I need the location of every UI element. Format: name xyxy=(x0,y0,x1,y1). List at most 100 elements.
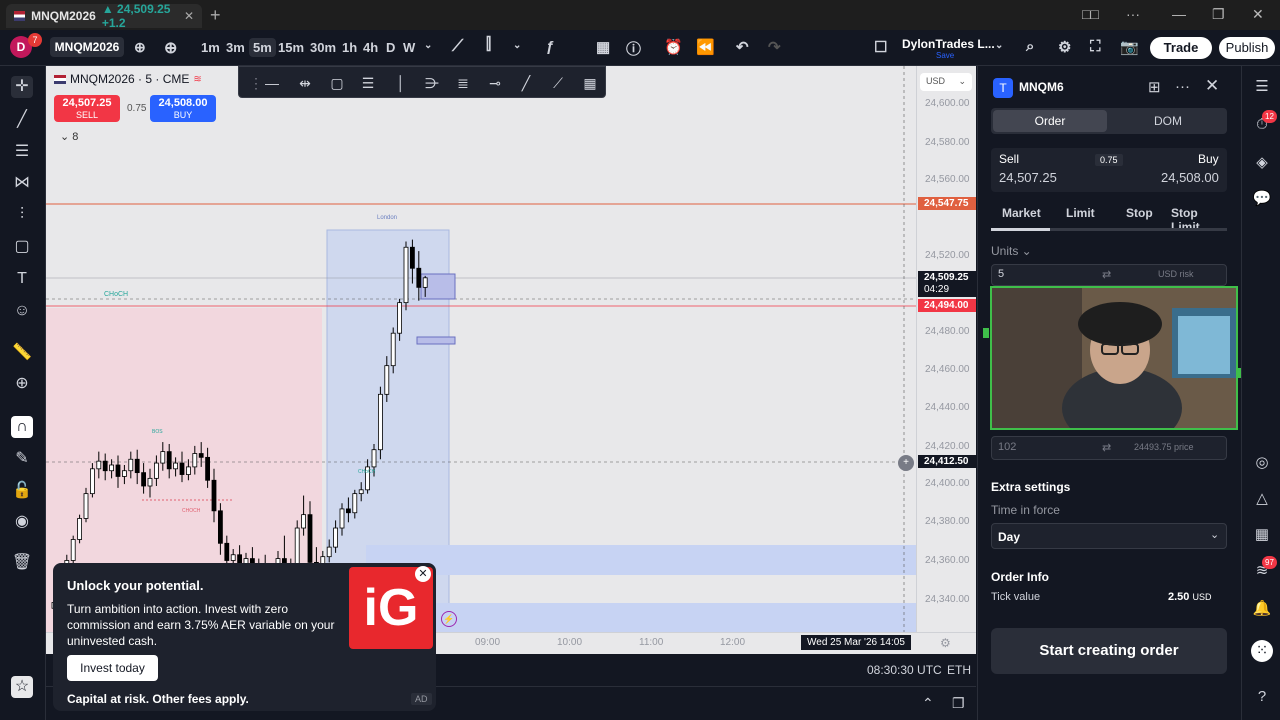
crosshair-add-alert-icon[interactable]: + xyxy=(898,455,914,471)
zoom-icon[interactable]: ⊕ xyxy=(11,373,33,395)
units-input[interactable]: 5 ⇄ USD risk xyxy=(991,264,1227,286)
help-icon[interactable]: ? xyxy=(1251,686,1273,708)
target-icon[interactable]: ◎ xyxy=(1251,452,1273,474)
utc-clock[interactable]: 08:30:30 UTC xyxy=(867,663,942,677)
timeframe-3m[interactable]: 3m xyxy=(226,40,245,55)
text-icon[interactable]: T xyxy=(11,268,33,290)
draw-lock-icon[interactable]: ✎ xyxy=(11,448,33,470)
publish-button[interactable]: Publish xyxy=(1219,37,1275,59)
pattern-icon[interactable]: ⋈ xyxy=(11,172,33,194)
crosshair-icon[interactable]: ✛ xyxy=(11,76,33,98)
vertical-line-icon[interactable]: │ xyxy=(392,74,410,92)
units-mode[interactable]: USD risk xyxy=(1158,269,1194,279)
apps-grid-icon[interactable]: ⁙ xyxy=(1251,640,1273,662)
redo-icon[interactable]: ↷ xyxy=(768,38,781,56)
candles-icon[interactable]: ⫿ xyxy=(486,36,491,54)
layout-save-label[interactable]: Save xyxy=(936,51,954,60)
timeframe-W[interactable]: W xyxy=(403,40,415,55)
chat-icon[interactable]: 💬 xyxy=(1251,188,1273,210)
layout-dropdown-icon[interactable]: ⌄ xyxy=(995,40,1003,51)
browser-tab[interactable]: MNQM2026 ▲ 24,509.25 +1.2 ✕ xyxy=(6,2,202,30)
panel-close-icon[interactable]: ✕ xyxy=(1205,76,1219,96)
chart-type-dropdown-icon[interactable]: ⌄ xyxy=(513,40,521,51)
panel-layout-icon[interactable]: ⊞ xyxy=(1148,78,1161,96)
search-icon[interactable]: ⌕ xyxy=(1026,38,1034,55)
chart-canvas[interactable]: CHoCH London BOS CHOCH CHoCH xyxy=(46,66,916,632)
indicators-collapse[interactable]: ⌄ 8 xyxy=(60,130,78,143)
fib-icon[interactable]: ☰ xyxy=(11,141,33,163)
timeframe-5m[interactable]: 5m xyxy=(249,38,276,57)
fullscreen-checkbox-icon[interactable]: ☐ xyxy=(874,38,887,56)
tif-select[interactable]: Day ⌄ xyxy=(991,523,1227,549)
timeframe-4h[interactable]: 4h xyxy=(363,40,378,55)
chart-legend[interactable]: MNQM2026 · 5 · CME ≋ xyxy=(54,72,202,86)
close-window-button[interactable]: ✕ xyxy=(1252,6,1264,23)
list-icon[interactable]: ☰ xyxy=(359,74,377,92)
favorites-star-icon[interactable]: ☆ xyxy=(11,676,33,698)
fib-tool-icon[interactable]: ≣ xyxy=(454,74,472,92)
timeframe-1m[interactable]: 1m xyxy=(201,40,220,55)
order-type-stop[interactable]: Stop xyxy=(1126,206,1153,220)
fork-icon[interactable]: ⋺ xyxy=(423,74,441,92)
order-type-market[interactable]: Market xyxy=(1002,206,1041,220)
quote-buy-price[interactable]: 24,508.00 xyxy=(1161,170,1219,185)
collapse-panel-icon[interactable]: ⌃ xyxy=(922,695,934,712)
fullscreen-icon[interactable]: ⛶ xyxy=(1090,38,1101,55)
lightning-icon[interactable]: ⚡ xyxy=(441,611,457,627)
layers-icon[interactable]: ◈ xyxy=(1251,152,1273,174)
tab-dom[interactable]: DOM xyxy=(1111,110,1225,132)
chart-sell-button[interactable]: 24,507.25 SELL xyxy=(54,95,120,122)
grid-icon[interactable]: ▦ xyxy=(581,74,599,92)
symbol-search-button[interactable]: MNQM2026 xyxy=(50,37,124,57)
order-type-limit[interactable]: Limit xyxy=(1066,206,1095,220)
trash-icon[interactable]: 🗑 xyxy=(11,552,33,574)
panel-more-icon[interactable]: ··· xyxy=(1175,78,1190,95)
layout-icon[interactable]: □□ xyxy=(1082,6,1099,22)
trend-line-tool-icon[interactable]: ╱ xyxy=(517,74,535,92)
tab-order[interactable]: Order xyxy=(993,110,1107,132)
path-icon[interactable]: ⟋ xyxy=(549,74,567,92)
currency-selector[interactable]: USD ⌄ xyxy=(920,73,972,91)
magnet-icon[interactable]: ∩ xyxy=(11,416,33,438)
start-creating-order-button[interactable]: Start creating order xyxy=(991,628,1227,674)
channel-icon[interactable]: ⇹ xyxy=(296,74,314,92)
timeframe-1h[interactable]: 1h xyxy=(342,40,357,55)
new-tab-button[interactable]: + xyxy=(210,5,221,26)
lock-icon[interactable]: 🔓 xyxy=(11,480,33,502)
settings-gear-icon[interactable]: ⚙ xyxy=(1058,38,1071,56)
rectangle-icon[interactable]: ▢ xyxy=(328,74,346,92)
templates-icon[interactable]: ▦ xyxy=(596,38,610,56)
eye-icon[interactable]: ◉ xyxy=(11,511,33,533)
chart-buy-button[interactable]: 24,508.00 BUY xyxy=(150,95,216,122)
units-label[interactable]: Units ⌄ xyxy=(991,244,1032,258)
alert-icon[interactable]: ⓘ xyxy=(626,38,641,59)
emoji-icon[interactable]: ☺ xyxy=(11,300,33,322)
undo-icon[interactable]: ↶ xyxy=(736,38,749,56)
more-icon[interactable]: ··· xyxy=(1126,6,1140,22)
ad-cta-button[interactable]: Invest today xyxy=(67,655,158,681)
timeframe-dropdown-icon[interactable]: ⌄ xyxy=(424,40,432,51)
replay-icon[interactable]: ⏪ xyxy=(696,38,715,56)
webcam-resize-handle[interactable] xyxy=(983,328,989,338)
axis-settings-icon[interactable]: ⚙ xyxy=(940,636,951,650)
price-input[interactable]: 102 ⇄ 24493.75 price xyxy=(991,436,1227,460)
timeframe-D[interactable]: D xyxy=(386,40,395,55)
timeframe-30m[interactable]: 30m xyxy=(310,40,336,55)
notifications-bell-icon[interactable]: 🔔 xyxy=(1251,598,1273,620)
swap-icon[interactable]: ⇄ xyxy=(1102,268,1111,281)
quote-sell-price[interactable]: 24,507.25 xyxy=(999,170,1057,185)
ruler-icon[interactable]: 📏 xyxy=(11,342,33,364)
price-axis[interactable]: 24,600.00 24,580.00 24,560.00 24,520.00 … xyxy=(916,66,976,632)
ray-icon[interactable]: ⊸ xyxy=(486,74,504,92)
indicators-icon[interactable]: ƒ xyxy=(546,38,554,55)
restore-button[interactable]: ❐ xyxy=(1212,6,1225,23)
swap-icon[interactable]: ⇄ xyxy=(1102,441,1111,454)
compare-add-icon[interactable]: ⊕ xyxy=(164,38,177,58)
session-label[interactable]: ETH xyxy=(947,663,971,677)
ideas-icon[interactable]: △ xyxy=(1251,488,1273,510)
calendar-icon[interactable]: ▦ xyxy=(1251,524,1273,546)
shapes-icon[interactable]: ▢ xyxy=(11,236,33,258)
watchlist-icon[interactable]: ☰ xyxy=(1251,76,1273,98)
alert-add-icon[interactable]: ⏰ xyxy=(664,38,683,56)
trade-button[interactable]: Trade xyxy=(1150,37,1212,59)
